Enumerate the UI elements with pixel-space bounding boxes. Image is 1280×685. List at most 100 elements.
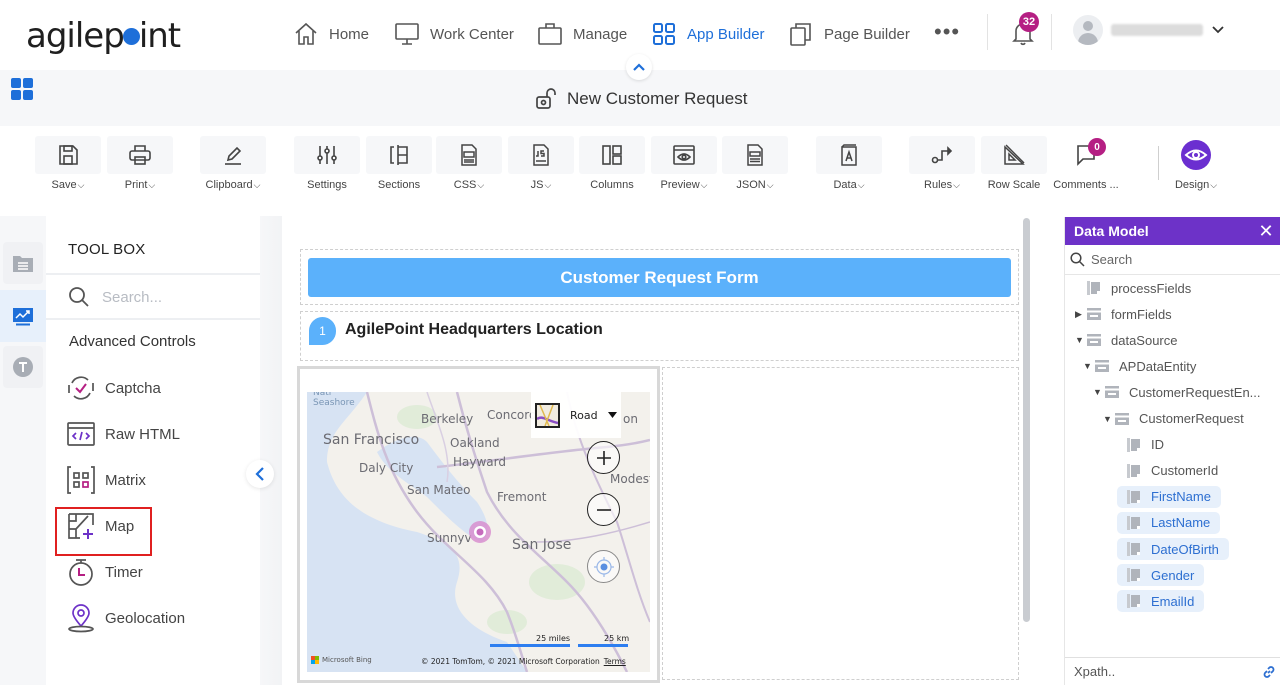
row-scale-label: Row Scale [987,179,1041,191]
map-label-seashore: Natl Seashore [313,392,355,408]
sections-button[interactable]: Sections [366,136,432,191]
plus-icon [596,450,611,465]
chevron-down-icon: ⌵ [477,180,485,190]
tree-node[interactable]: EmailId [1117,590,1205,613]
nav-app-builder[interactable]: App Builder [651,20,765,48]
toolbox-search-input[interactable] [102,288,252,306]
tree-node[interactable]: ▼ dataSource [1075,329,1178,351]
map-label-san-jose: San Jose [512,537,572,553]
xpath-bar [1065,657,1280,685]
collapse-toolbox-button[interactable] [246,460,274,488]
tree-node[interactable]: CustomerId [1123,460,1218,482]
app-title: New Customer Request [535,88,747,110]
xpath-input[interactable] [1074,664,1254,679]
tool-geolocation[interactable]: Geolocation [66,603,185,633]
nav-app-builder-label: App Builder [687,25,765,43]
map-view[interactable]: Natl Seashore Berkeley Concord San Franci… [307,392,650,672]
clipboard-button[interactable]: Clipboard⌵ [200,136,266,191]
design-button[interactable]: Design⌵ [1163,136,1229,191]
form-header-banner[interactable]: Customer Request Form [308,258,1011,297]
field-document-icon [1087,281,1101,295]
rail-form-explorer[interactable] [3,242,43,284]
map-zoom-out-button[interactable] [587,493,620,526]
link-icon[interactable] [1261,664,1277,680]
avatar [1073,15,1103,45]
rules-button[interactable]: Rules⌵ [909,136,975,191]
nav-home[interactable]: Home [293,20,369,48]
collapse-caret-icon[interactable]: ▼ [1083,361,1095,371]
tool-map-label: Map [105,517,135,535]
toolbar: Save⌵ Print⌵ Clipboard⌵ Settings Section… [0,126,1280,206]
chevron-down-icon: ⌵ [1210,180,1218,190]
user-menu[interactable] [1073,15,1225,45]
tree-node[interactable]: ▼ APDataEntity [1083,355,1196,377]
map-add-icon [68,513,94,539]
canvas-scrollbar[interactable] [1023,218,1030,622]
agilepoint-logo[interactable]: agilep int [26,16,181,56]
tool-timer[interactable]: Timer [66,557,143,587]
tree-node[interactable]: ▶ formFields [1075,303,1172,325]
settings-button[interactable]: Settings [294,136,360,191]
css-file-icon [461,144,477,166]
tool-matrix[interactable]: Matrix [66,465,146,495]
tree-node-label: DateOfBirth [1151,541,1219,557]
toolbox-title: TOOL BOX [68,241,146,258]
minus-icon [596,508,611,511]
section-title[interactable]: AgilePoint Headquarters Location [345,321,603,339]
tree-node-label: LastName [1151,515,1211,531]
nav-page-builder[interactable]: Page Builder [788,20,910,48]
print-button[interactable]: Print⌵ [107,136,173,191]
unlock-icon[interactable] [535,88,559,110]
js-button[interactable]: JS⌵ [508,136,574,191]
save-button[interactable]: Save⌵ [35,136,101,191]
tool-map[interactable]: Map [66,511,134,541]
tree-node[interactable]: DateOfBirth [1117,538,1229,560]
tree-node[interactable]: Gender [1117,564,1205,587]
preview-button[interactable]: Preview⌵ [651,136,717,191]
tool-captcha[interactable]: Captcha [66,373,161,403]
data-button[interactable]: Data⌵ [816,136,882,191]
tree-node-label: formFields [1111,306,1172,322]
field-document-icon [1127,489,1141,504]
collapse-caret-icon[interactable]: ▼ [1093,387,1105,397]
rules-icon [931,146,953,164]
user-name-redacted [1111,24,1203,36]
rail-themes[interactable] [3,346,43,388]
map-label-stockton: on [623,412,638,426]
map-style-selector[interactable]: Road [531,392,621,438]
json-button[interactable]: JSON⌵ [722,136,788,191]
tree-node[interactable]: processFields [1075,277,1191,299]
collapse-caret-icon[interactable]: ▼ [1103,414,1115,424]
tree-node[interactable]: LastName [1117,511,1221,534]
columns-button[interactable]: Columns [579,136,645,191]
map-locate-me-button[interactable] [587,550,620,583]
rail-toolbox[interactable] [0,290,46,342]
nav-work-center[interactable]: Work Center [394,20,514,48]
css-button[interactable]: CSS⌵ [436,136,502,191]
chevron-down-icon: ⌵ [253,180,261,190]
data-model-search-input[interactable] [1091,252,1261,267]
collapse-caret-icon[interactable]: ▼ [1075,335,1087,345]
map-terms-link[interactable]: Terms [604,657,626,666]
tree-node[interactable]: FirstName [1117,485,1221,508]
tool-raw-html[interactable]: Raw HTML [66,419,180,449]
locate-icon [593,556,614,577]
nav-manage[interactable]: Manage [537,20,627,48]
collapse-header-button[interactable] [626,54,652,80]
map-location-marker[interactable] [468,520,492,544]
expand-caret-icon[interactable]: ▶ [1075,309,1087,320]
section-step-badge: 1 [309,317,336,345]
apps-grid-icon[interactable] [11,78,35,100]
map-copyright: © 2021 TomTom, © 2021 Microsoft Corporat… [421,657,600,666]
columns-label: Columns [590,179,634,191]
tree-node[interactable]: ▼ CustomerRequestEn... [1093,381,1261,403]
tree-node[interactable]: ▼ CustomerRequest [1103,408,1244,430]
comments-button[interactable]: Comments ... [1053,136,1119,191]
tree-node[interactable]: ID [1123,434,1164,456]
map-zoom-in-button[interactable] [587,441,620,474]
tool-captcha-label: Captcha [105,379,161,397]
more-menu-button[interactable]: ••• [934,21,960,43]
close-icon[interactable]: ✕ [1256,221,1276,241]
row-scale-button[interactable]: Row Scale [981,136,1047,191]
empty-column-drop-zone[interactable] [662,367,1019,680]
